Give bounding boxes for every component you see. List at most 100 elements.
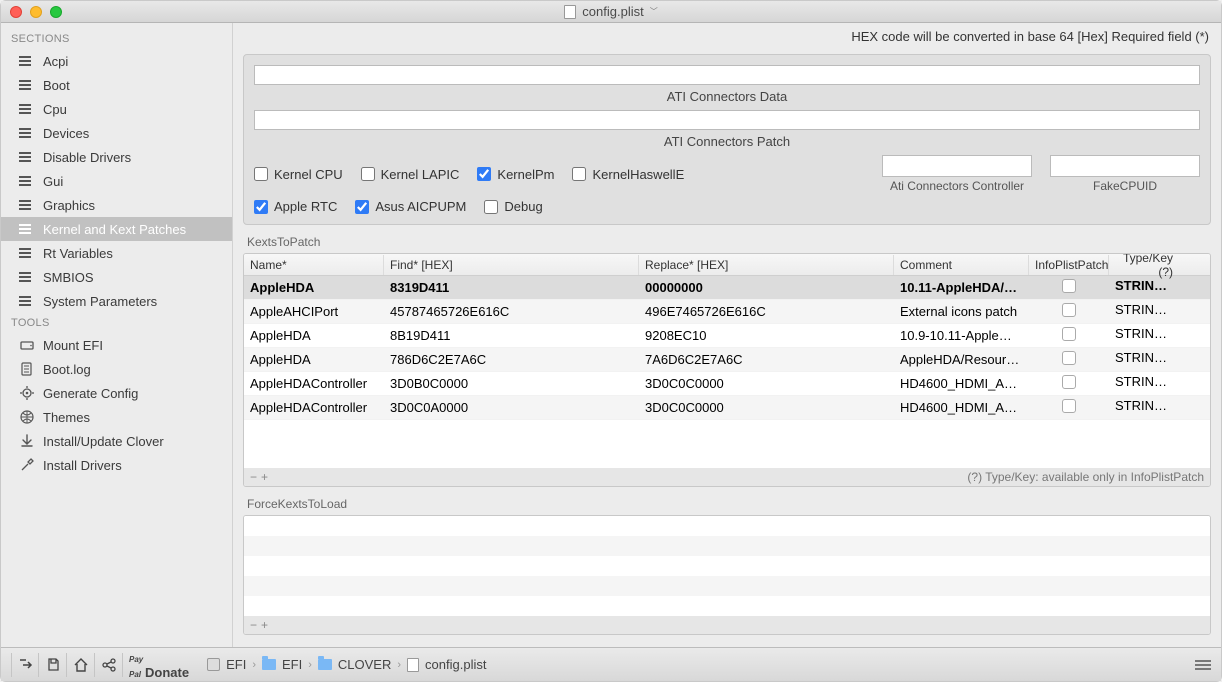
kernel-lapic-checkbox[interactable]: Kernel LAPIC <box>361 167 460 182</box>
ati-panel: ATI Connectors Data ATI Connectors Patch… <box>243 54 1211 225</box>
cell-replace: 3D0C0C0000 <box>639 397 894 418</box>
fakecpuid-input[interactable] <box>1050 155 1200 177</box>
sidebar-item-boot[interactable]: Boot <box>1 73 232 97</box>
sidebar-item-acpi[interactable]: Acpi <box>1 49 232 73</box>
sidebar-tool-install-update[interactable]: Install/Update Clover <box>1 429 232 453</box>
sidebar-item-kernel-kext[interactable]: Kernel and Kext Patches <box>1 217 232 241</box>
sidebar-item-graphics[interactable]: Graphics <box>1 193 232 217</box>
sidebar-tool-bootlog[interactable]: Boot.log <box>1 357 232 381</box>
cell-type[interactable]: STRING▲▼ <box>1109 371 1179 397</box>
cell-infoplistpatch[interactable] <box>1029 372 1109 395</box>
list-icon <box>19 56 35 66</box>
breadcrumb-item[interactable]: EFI <box>226 657 246 672</box>
ati-connectors-patch-input[interactable] <box>254 110 1200 130</box>
export-button[interactable] <box>11 653 39 677</box>
sidebar-item-label: Acpi <box>43 54 68 69</box>
ati-connectors-data-input[interactable] <box>254 65 1200 85</box>
cell-infoplistpatch[interactable] <box>1029 396 1109 419</box>
cell-infoplistpatch[interactable] <box>1029 300 1109 323</box>
col-replace[interactable]: Replace* [HEX] <box>639 255 894 275</box>
force-remove-button[interactable]: − <box>250 618 261 632</box>
col-comment[interactable]: Comment <box>894 255 1029 275</box>
cell-type[interactable]: STRING▲▼ <box>1109 395 1179 421</box>
home-button[interactable] <box>67 653 95 677</box>
col-infoplistpatch[interactable]: InfoPlistPatch <box>1029 255 1109 275</box>
stepper-icon[interactable]: ▲▼ <box>1168 308 1177 322</box>
col-find[interactable]: Find* [HEX] <box>384 255 639 275</box>
stepper-icon[interactable]: ▲▼ <box>1168 404 1177 418</box>
cell-find: 45787465726E616C <box>384 301 639 322</box>
close-window-button[interactable] <box>10 6 22 18</box>
save-button[interactable] <box>39 653 67 677</box>
kernel-cpu-checkbox[interactable]: Kernel CPU <box>254 167 343 182</box>
cell-type[interactable]: STRING▲▼ <box>1109 347 1179 373</box>
share-button[interactable] <box>95 653 123 677</box>
zoom-window-button[interactable] <box>50 6 62 18</box>
col-name[interactable]: Name* <box>244 255 384 275</box>
breadcrumb-item[interactable]: config.plist <box>425 657 486 672</box>
remove-row-button[interactable]: − <box>250 470 261 484</box>
menu-button[interactable] <box>1195 658 1211 672</box>
checkbox-icon[interactable] <box>1062 327 1076 341</box>
add-row-button[interactable]: + <box>261 470 272 484</box>
sidebar-sections-header: SECTIONS <box>1 29 232 49</box>
sidebar-item-cpu[interactable]: Cpu <box>1 97 232 121</box>
table-row[interactable]: AppleAHCIPort45787465726E616C496E7465726… <box>244 300 1210 324</box>
asus-aicpupm-checkbox[interactable]: Asus AICPUPM <box>355 199 466 214</box>
sidebar-item-smbios[interactable]: SMBIOS <box>1 265 232 289</box>
sidebar-item-devices[interactable]: Devices <box>1 121 232 145</box>
checkbox-icon[interactable] <box>1062 375 1076 389</box>
cell-type[interactable]: STRING▲▼ <box>1109 323 1179 349</box>
field-label: Ati Connectors Controller <box>890 179 1024 193</box>
checkbox-icon[interactable] <box>1062 351 1076 365</box>
sidebar-tool-mount-efi[interactable]: Mount EFI <box>1 333 232 357</box>
apple-rtc-checkbox[interactable]: Apple RTC <box>254 199 337 214</box>
stepper-icon[interactable]: ▲▼ <box>1168 380 1177 394</box>
debug-checkbox[interactable]: Debug <box>484 199 542 214</box>
sidebar-item-gui[interactable]: Gui <box>1 169 232 193</box>
sidebar-tool-install-drivers[interactable]: Install Drivers <box>1 453 232 477</box>
cell-find: 3D0C0A0000 <box>384 397 639 418</box>
force-add-button[interactable]: + <box>261 618 272 632</box>
table-row[interactable]: AppleHDA8319D4110000000010.11-AppleHDA/R… <box>244 276 1210 300</box>
sidebar-item-rt-variables[interactable]: Rt Variables <box>1 241 232 265</box>
list-icon <box>19 200 35 210</box>
cell-infoplistpatch[interactable] <box>1029 324 1109 347</box>
sidebar-item-system-parameters[interactable]: System Parameters <box>1 289 232 313</box>
sidebar-item-disable-drivers[interactable]: Disable Drivers <box>1 145 232 169</box>
table-row[interactable]: AppleHDA786D6C2E7A6C7A6D6C2E7A6CAppleHDA… <box>244 348 1210 372</box>
list-icon <box>19 272 35 282</box>
cell-infoplistpatch[interactable] <box>1029 348 1109 371</box>
stepper-icon[interactable]: ▲▼ <box>1168 284 1177 298</box>
stepper-icon[interactable]: ▲▼ <box>1168 332 1177 346</box>
document-icon <box>19 361 35 377</box>
donate-label: Donate <box>145 665 189 680</box>
sidebar-tool-generate-config[interactable]: Generate Config <box>1 381 232 405</box>
list-icon <box>19 128 35 138</box>
cell-type[interactable]: STRING▲▼ <box>1109 299 1179 325</box>
checkbox-icon[interactable] <box>1062 279 1076 293</box>
minimize-window-button[interactable] <box>30 6 42 18</box>
kernel-haswell-checkbox[interactable]: KernelHaswellE <box>572 167 684 182</box>
stepper-icon[interactable]: ▲▼ <box>1168 356 1177 370</box>
sidebar-item-label: Devices <box>43 126 89 141</box>
checkbox-icon[interactable] <box>1062 303 1076 317</box>
list-icon <box>19 104 35 114</box>
cell-infoplistpatch[interactable] <box>1029 276 1109 299</box>
kernel-pm-checkbox[interactable]: KernelPm <box>477 167 554 182</box>
breadcrumb-item[interactable]: EFI <box>282 657 302 672</box>
checkbox-icon[interactable] <box>1062 399 1076 413</box>
donate-button[interactable]: PayPalDonate <box>129 650 189 680</box>
sidebar-item-label: Mount EFI <box>43 338 103 353</box>
table-row[interactable]: AppleHDAController3D0B0C00003D0C0C0000HD… <box>244 372 1210 396</box>
table-row[interactable]: AppleHDAController3D0C0A00003D0C0C0000HD… <box>244 396 1210 420</box>
table-row[interactable]: AppleHDA8B19D4119208EC1010.9-10.11-Apple… <box>244 324 1210 348</box>
ati-controller-input[interactable] <box>882 155 1032 177</box>
table-footer: −+ (?) Type/Key: available only in InfoP… <box>244 468 1210 486</box>
breadcrumb-item[interactable]: CLOVER <box>338 657 391 672</box>
cell-type[interactable]: STRING▲▼ <box>1109 275 1179 301</box>
force-list-body[interactable] <box>244 516 1210 616</box>
table-header: Name* Find* [HEX] Replace* [HEX] Comment… <box>244 254 1210 276</box>
sidebar-tool-themes[interactable]: Themes <box>1 405 232 429</box>
list-icon <box>19 248 35 258</box>
